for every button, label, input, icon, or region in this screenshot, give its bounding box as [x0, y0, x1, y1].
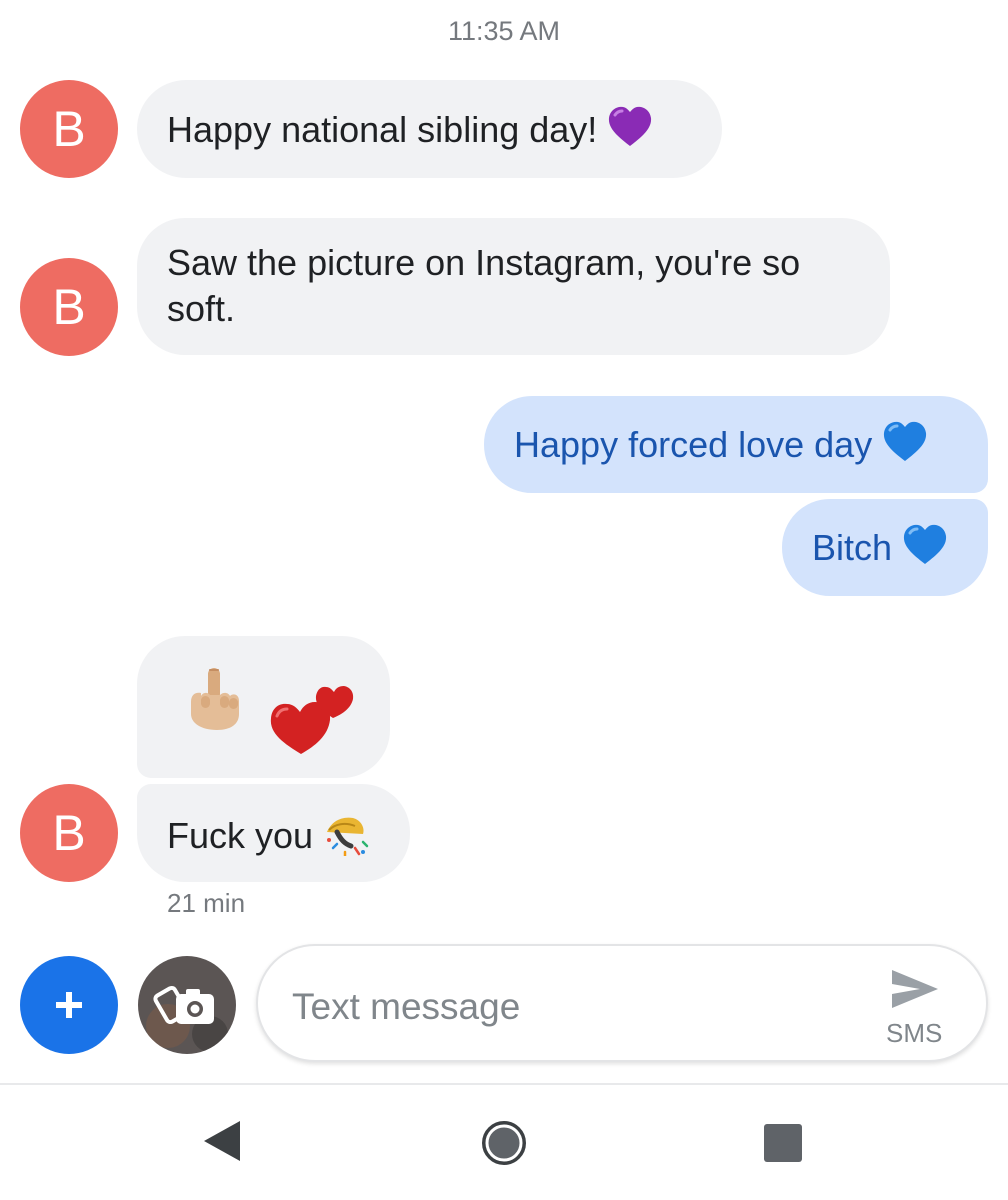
message-text: Bitch	[812, 527, 893, 569]
system-nav-bar	[0, 1085, 1008, 1200]
incoming-message-bubble[interactable]: Saw the picture on Instagram, you're so …	[137, 218, 890, 355]
send-icon[interactable]	[890, 968, 940, 1010]
incoming-message-bubble[interactable]: Fuck you	[137, 784, 410, 882]
message-text: Happy forced love day	[514, 424, 873, 466]
party-popper-icon	[323, 810, 369, 867]
contact-avatar[interactable]: B	[20, 784, 118, 882]
message-text: Saw the picture on Instagram, you're so …	[167, 242, 801, 329]
back-triangle-icon[interactable]	[202, 1119, 242, 1163]
outgoing-message-bubble[interactable]: Bitch	[782, 499, 988, 596]
send-type-label: SMS	[886, 1018, 943, 1048]
middle-finger-icon	[183, 666, 247, 743]
message-time: 21 min	[167, 888, 246, 918]
media-button[interactable]	[138, 956, 236, 1054]
camera-icon	[146, 985, 228, 1052]
plus-icon	[56, 992, 82, 1018]
blue-heart-icon	[902, 524, 948, 577]
blue-heart-icon	[882, 421, 928, 474]
compose-bar: Text message SMS	[0, 940, 1008, 1080]
message-text: Happy national sibling day!	[167, 109, 598, 151]
conversation-timestamp: 11:35 AM	[447, 16, 561, 46]
incoming-emoji-bubble[interactable]	[137, 636, 390, 778]
incoming-message-bubble[interactable]: Happy national sibling day!	[137, 80, 722, 178]
recents-square-icon[interactable]	[763, 1123, 803, 1163]
contact-avatar[interactable]: B	[20, 258, 118, 356]
message-input[interactable]: Text message SMS	[256, 944, 988, 1062]
two-hearts-icon	[267, 666, 359, 771]
purple-heart-icon	[607, 106, 653, 159]
outgoing-message-bubble[interactable]: Happy forced love day	[484, 396, 988, 493]
message-text: Fuck you	[167, 815, 314, 857]
home-circle-icon[interactable]	[480, 1119, 528, 1167]
message-input-placeholder: Text message	[292, 986, 521, 1027]
messages-screen: 11:35 AM B Happy national sibling day! B…	[0, 0, 1008, 1200]
attach-button[interactable]	[20, 956, 118, 1054]
contact-avatar[interactable]: B	[20, 80, 118, 178]
